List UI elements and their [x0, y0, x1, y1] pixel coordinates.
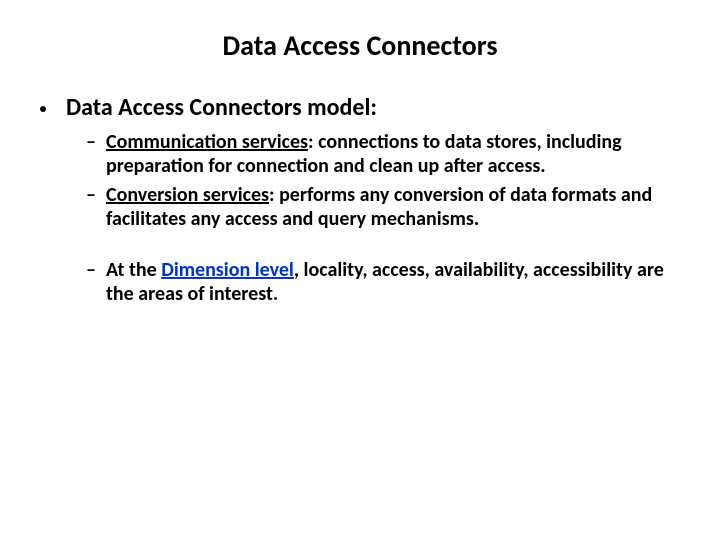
dim-pre: At the [106, 258, 161, 282]
disc-bullet-icon [40, 106, 46, 112]
bullet-level2: – Conversion services: performs any conv… [30, 183, 690, 232]
item-sep: : [269, 183, 279, 207]
bullet-level2: – At the Dimension level, locality, acce… [30, 258, 690, 307]
spacer [30, 236, 690, 258]
item-sep: : [308, 130, 318, 154]
slide: Data Access Connectors Data Access Conne… [0, 0, 720, 540]
dash-bullet-icon: – [86, 183, 96, 207]
bullet-level2: – Communication services: connections to… [30, 130, 690, 179]
dimension-level-text: Dimension level [161, 258, 294, 282]
dash-bullet-icon: – [86, 258, 96, 282]
slide-title: Data Access Connectors [30, 28, 690, 63]
dash-bullet-icon: – [86, 130, 96, 154]
level1-text: Data Access Connectors model: [66, 93, 377, 122]
item-head: Conversion services [106, 183, 269, 207]
bullet-level1: Data Access Connectors model: [30, 93, 690, 122]
item-head: Communication services [106, 130, 308, 154]
